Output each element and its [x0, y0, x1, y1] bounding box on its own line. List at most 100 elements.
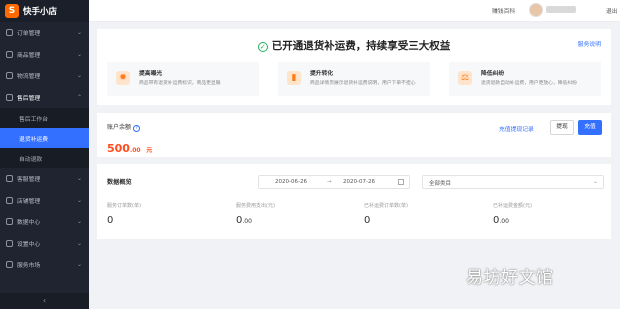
sidebar-item-settings[interactable]: 设置中心 ⌄	[0, 233, 89, 255]
chevron-down-icon: ⌄	[76, 175, 82, 183]
metric-value: 0	[364, 215, 408, 226]
benefit-desc: 商品带有退货补运费标识，商品更显眼	[139, 81, 221, 86]
sidebar-submenu: 售后工作台 退货补运费 自动退款	[0, 108, 89, 168]
category-select[interactable]: 全部类目 ⌄	[422, 175, 604, 189]
shop-icon	[6, 196, 13, 204]
chevron-down-icon: ⌄	[76, 261, 82, 269]
metric-value-dec: .00	[242, 218, 252, 225]
metric-service-orders: 服务订单数(单) 0	[107, 202, 141, 226]
market-icon	[6, 261, 13, 269]
metric-label: 已补运费金额(元)	[493, 203, 532, 209]
sidebar-subitem-auto-refund[interactable]: 自动退款	[0, 148, 89, 168]
balance-label: 账户余额?	[107, 122, 141, 132]
order-icon	[6, 29, 13, 37]
sidebar-subitem-return-shipping[interactable]: 退货补运费	[0, 128, 89, 148]
benefit-title: 提升转化	[310, 71, 334, 77]
sidebar-item-shop[interactable]: 店铺管理 ⌄	[0, 190, 89, 212]
logistics-icon	[6, 72, 13, 80]
sidebar-collapse-button[interactable]: ‹	[0, 293, 89, 309]
sun-icon: ✹	[116, 71, 130, 85]
sidebar-item-logistics[interactable]: 物流管理 ⌄	[0, 65, 89, 87]
sidebar-item-label: 商品管理	[17, 52, 41, 59]
withdraw-button[interactable]: 提现	[550, 120, 574, 135]
aftersale-icon	[6, 93, 13, 101]
info-icon[interactable]: ?	[133, 125, 141, 132]
date-start: 2020-06-26	[275, 179, 307, 185]
benefit-exposure: ✹ 提高曝光 商品带有退货补运费标识，商品更显眼	[107, 62, 259, 96]
chevron-down-icon: ⌄	[76, 72, 82, 80]
goods-icon	[6, 50, 13, 58]
balance-label-text: 账户余额	[107, 124, 132, 131]
data-overview-card: 数据概览 2020-06-26 → 2020-07-26 全部类目 ⌄ 服务订单…	[97, 164, 611, 239]
avatar[interactable]	[529, 3, 543, 17]
category-select-value: 全部类目	[429, 181, 452, 187]
metric-value: 0	[107, 215, 141, 226]
sidebar-item-label: 客服管理	[17, 177, 41, 184]
balance-amount-dec: .00	[129, 147, 141, 154]
sidebar-item-label: 设置中心	[17, 241, 41, 248]
brand[interactable]: S 快手小店	[0, 0, 89, 22]
chevron-up-icon: ⌃	[76, 93, 82, 101]
benefits-card: ✓ 已开通退货补运费，持续享受三大权益 服务说明 ✹ 提高曝光 商品带有退货补运费…	[97, 29, 611, 105]
sidebar-item-label: 售后管理	[17, 95, 41, 102]
service-description-link[interactable]: 服务说明	[578, 39, 601, 48]
balance-card: 账户余额? 500.00 元 充值提现记录 提现 充值	[97, 113, 611, 157]
chevron-down-icon: ⌄	[76, 218, 82, 226]
metric-label: 服务费用支出(元)	[236, 203, 275, 209]
sidebar-item-market[interactable]: 服务市场 ⌄	[0, 254, 89, 276]
balance-amount: 500.00 元	[107, 137, 152, 156]
data-icon	[6, 218, 13, 226]
metric-value: 0.00	[493, 215, 532, 226]
chevron-down-icon: ⌄	[76, 50, 82, 58]
metric-value-dec: .00	[499, 218, 509, 225]
benefit-dispute: ⚖ 降低纠纷 退货退款自动补运费，用户更放心，降低纠纷	[449, 62, 601, 96]
user-name-redacted	[546, 6, 576, 13]
logout-link[interactable]: 退出	[606, 6, 618, 15]
bar-chart-icon: ▮	[287, 71, 301, 85]
date-end: 2020-07-26	[343, 179, 375, 185]
benefit-title: 提高曝光	[139, 71, 163, 77]
settings-icon	[6, 239, 13, 247]
sidebar-subitem-workbench[interactable]: 售后工作台	[0, 108, 89, 128]
date-separator: →	[327, 179, 332, 185]
sidebar-item-goods[interactable]: 商品管理 ⌄	[0, 44, 89, 66]
sidebar-item-aftersale[interactable]: 售后管理 ⌃	[0, 87, 89, 109]
overview-title: 数据概览	[107, 179, 132, 186]
kuaishou-logo-icon: S	[5, 4, 19, 18]
check-circle-icon: ✓	[257, 42, 268, 52]
benefit-conversion: ▮ 提升转化 商品详情页展示退货补运费说明，用户下单不担心	[278, 62, 430, 96]
sidebar-item-data[interactable]: 数据中心 ⌄	[0, 211, 89, 233]
sidebar-nav-bottom: 客服管理 ⌄ 店铺管理 ⌄ 数据中心 ⌄ 设置中心 ⌄ 服务市场 ⌄	[0, 168, 89, 276]
recharge-button[interactable]: 充值	[578, 120, 602, 135]
top-bar: 赚钱百科 退出	[89, 0, 620, 22]
sidebar-item-orders[interactable]: 订单管理 ⌄	[0, 22, 89, 44]
app-name: 快手小店	[23, 7, 58, 17]
page-title: ✓ 已开通退货补运费，持续享受三大权益	[97, 38, 611, 53]
sidebar-item-customer-service[interactable]: 客服管理 ⌄	[0, 168, 89, 190]
metric-value-int: 0	[107, 215, 114, 226]
balance-unit: 元	[146, 147, 153, 154]
chevron-down-icon: ⌄	[76, 196, 82, 204]
sidebar-nav: 订单管理 ⌄ 商品管理 ⌄ 物流管理 ⌄ 售后管理 ⌃	[0, 22, 89, 108]
recharge-record-link[interactable]: 充值提现记录	[499, 124, 534, 133]
help-link[interactable]: 赚钱百科	[492, 6, 515, 15]
chevron-down-icon: ⌄	[76, 29, 82, 37]
chevron-down-icon: ⌄	[76, 239, 82, 247]
service-icon	[6, 175, 13, 183]
metric-service-fee: 服务费用支出(元) 0.00	[236, 202, 275, 226]
metric-value: 0.00	[236, 215, 275, 226]
sidebar-item-label: 数据中心	[17, 220, 41, 227]
sidebar-item-label: 订单管理	[17, 31, 41, 38]
date-range-picker[interactable]: 2020-06-26 → 2020-07-26	[258, 175, 410, 189]
benefit-desc: 退货退款自动补运费，用户更放心，降低纠纷	[481, 81, 577, 86]
metric-label: 服务订单数(单)	[107, 203, 141, 209]
scale-icon: ⚖	[458, 71, 472, 85]
metric-label: 已补运费订单数(单)	[364, 203, 408, 209]
hero-title-text: 已开通退货补运费，持续享受三大权益	[271, 40, 451, 52]
sidebar-item-label: 店铺管理	[17, 198, 41, 205]
sidebar-item-label: 服务市场	[17, 263, 41, 270]
calendar-icon	[398, 179, 404, 185]
metric-compensated-amount: 已补运费金额(元) 0.00	[493, 202, 532, 226]
chevron-down-icon: ⌄	[592, 178, 598, 185]
metric-compensated-orders: 已补运费订单数(单) 0	[364, 202, 408, 226]
